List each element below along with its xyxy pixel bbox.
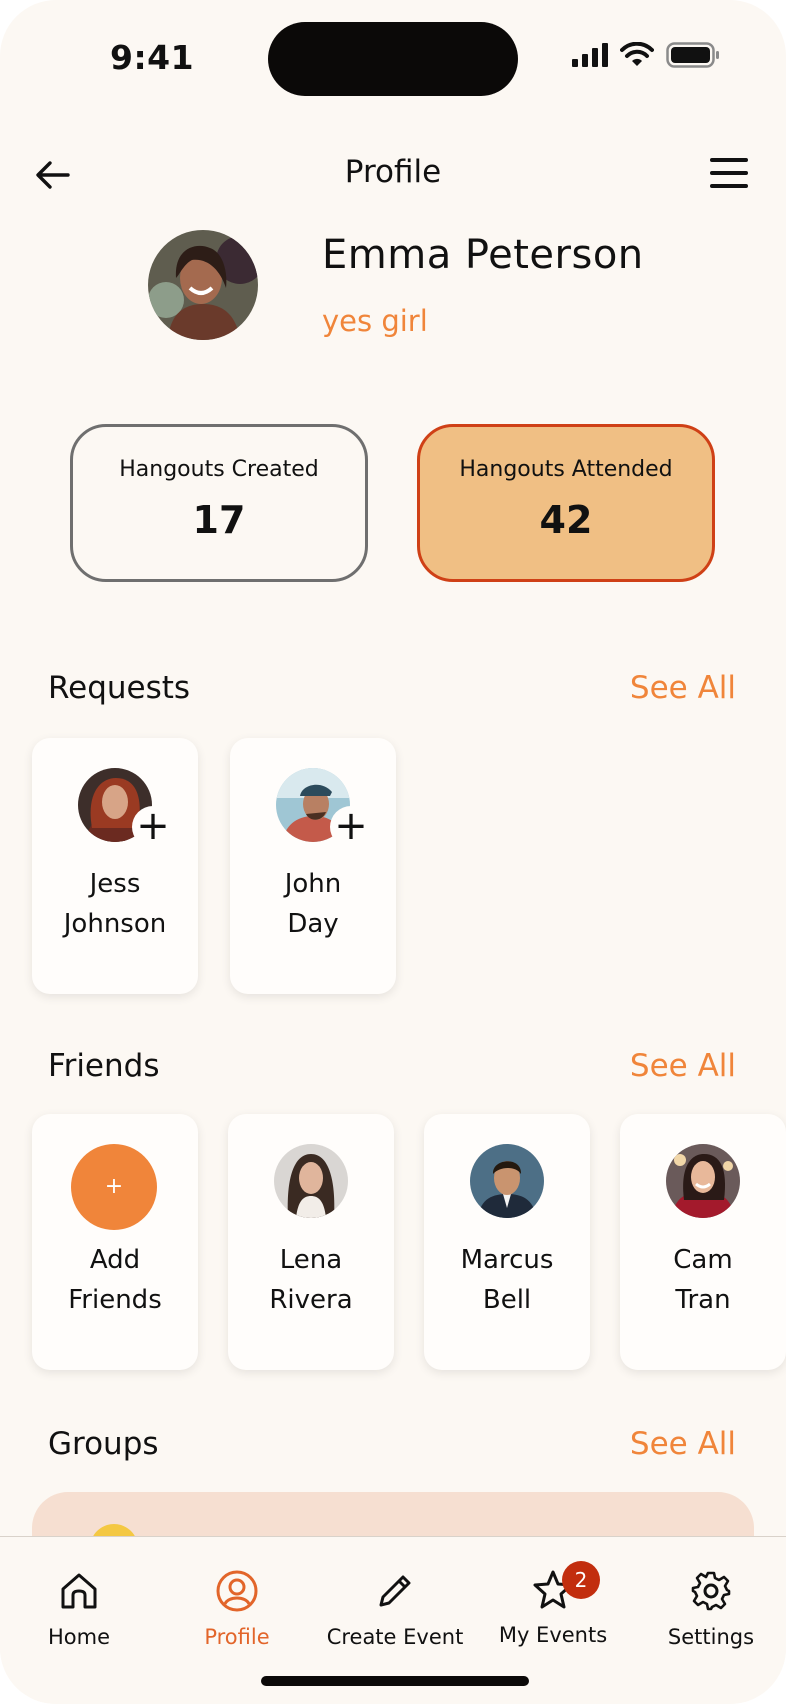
- status-icons: [572, 42, 720, 68]
- groups-see-all-link[interactable]: See All: [630, 1426, 736, 1462]
- menu-button[interactable]: [710, 158, 748, 190]
- first-line: Add: [89, 1245, 141, 1275]
- request-card-john-day[interactable]: + John Day: [230, 738, 396, 994]
- add-friends-button[interactable]: +: [71, 1144, 157, 1230]
- last-name: Bell: [482, 1285, 532, 1315]
- groups-title: Groups: [48, 1426, 159, 1462]
- first-name: Jess: [89, 869, 141, 899]
- avatar: [274, 1144, 348, 1218]
- tab-label: Settings: [667, 1625, 755, 1649]
- profile-icon: [216, 1570, 258, 1612]
- last-name: Johnson: [63, 909, 167, 939]
- add-request-button[interactable]: +: [132, 806, 174, 848]
- battery-icon: [666, 42, 719, 68]
- user-bio: yes girl: [322, 304, 428, 338]
- tab-create-event[interactable]: Create Event: [320, 1551, 470, 1649]
- friend-card-lena-rivera[interactable]: Lena Rivera: [228, 1114, 394, 1370]
- menu-icon-line: [710, 171, 748, 175]
- tab-my-events[interactable]: 2 My Events: [478, 1551, 628, 1647]
- status-time: 9:41: [110, 38, 195, 77]
- signal-icon: [572, 43, 608, 67]
- profile-avatar[interactable]: [148, 230, 258, 340]
- stat-label: Hangouts Created: [119, 457, 319, 482]
- hangouts-created-card[interactable]: Hangouts Created 17: [70, 424, 368, 582]
- request-name: John Day: [230, 864, 396, 944]
- page-title: Profile: [344, 154, 442, 190]
- stat-value: 17: [192, 498, 246, 542]
- request-card-jess-johnson[interactable]: + Jess Johnson: [32, 738, 198, 994]
- avatar: [666, 1144, 740, 1218]
- last-name: Tran: [675, 1285, 731, 1315]
- tab-label: Home: [47, 1625, 110, 1649]
- tab-label: My Events: [498, 1623, 608, 1647]
- friend-card-marcus-bell[interactable]: Marcus Bell: [424, 1114, 590, 1370]
- add-friends-label: Add Friends: [32, 1240, 198, 1320]
- dynamic-island: [268, 22, 518, 96]
- friend-name: Lena Rivera: [228, 1240, 394, 1320]
- wifi-icon: [620, 42, 654, 66]
- requests-title: Requests: [48, 670, 191, 706]
- first-name: Cam: [673, 1245, 733, 1275]
- tab-label: Create Event: [326, 1625, 464, 1649]
- tab-label: Profile: [204, 1625, 270, 1649]
- notification-badge: 2: [562, 1561, 600, 1599]
- add-friends-card[interactable]: + Add Friends: [32, 1114, 198, 1370]
- friends-see-all-link[interactable]: See All: [630, 1048, 736, 1084]
- menu-icon-line: [710, 184, 748, 188]
- hangouts-attended-card[interactable]: Hangouts Attended 42: [417, 424, 715, 582]
- tab-home[interactable]: Home: [4, 1551, 154, 1649]
- menu-icon-line: [710, 158, 748, 162]
- home-indicator: [261, 1676, 529, 1686]
- first-name: John: [284, 869, 342, 899]
- stat-label: Hangouts Attended: [459, 457, 673, 482]
- gear-icon: [691, 1571, 731, 1611]
- friend-card-cam-tran[interactable]: Cam Tran: [620, 1114, 786, 1370]
- friends-title: Friends: [48, 1048, 160, 1084]
- last-name: Day: [287, 909, 339, 939]
- tab-settings[interactable]: Settings: [636, 1551, 786, 1649]
- user-name: Emma Peterson: [322, 232, 644, 278]
- app-screen: 9:41 Profile Emma Peterson yes girl Hang…: [0, 0, 786, 1704]
- last-name: Rivera: [269, 1285, 353, 1315]
- first-name: Marcus: [460, 1245, 554, 1275]
- avatar: [470, 1144, 544, 1218]
- first-name: Lena: [279, 1245, 343, 1275]
- stat-value: 42: [539, 498, 593, 542]
- home-icon: [61, 1573, 97, 1609]
- request-name: Jess Johnson: [32, 864, 198, 944]
- friend-name: Marcus Bell: [424, 1240, 590, 1320]
- friend-name: Cam Tran: [620, 1240, 786, 1320]
- pencil-icon: [379, 1575, 411, 1607]
- requests-see-all-link[interactable]: See All: [630, 670, 736, 706]
- add-request-button[interactable]: +: [330, 806, 372, 848]
- last-line: Friends: [68, 1285, 162, 1315]
- tab-profile[interactable]: Profile: [162, 1551, 312, 1649]
